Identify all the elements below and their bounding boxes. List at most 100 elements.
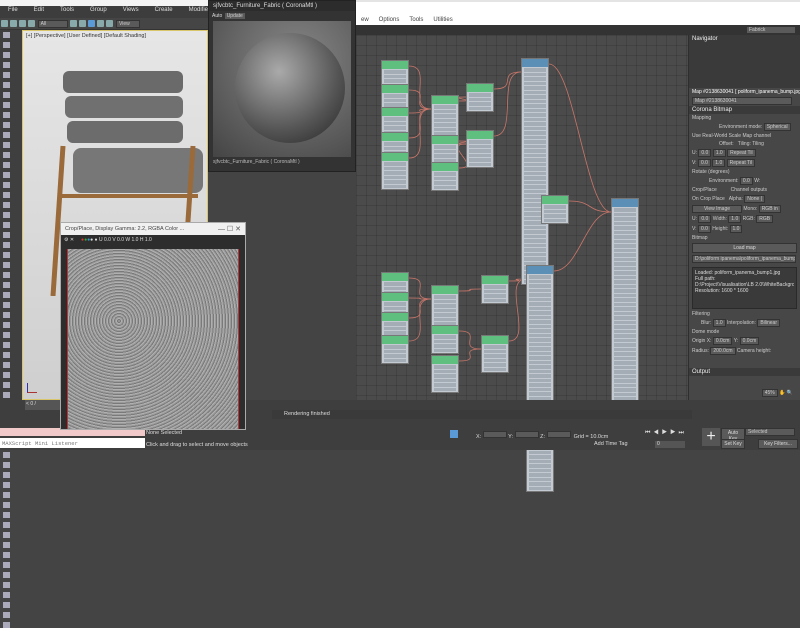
- node-slot[interactable]: [614, 262, 636, 266]
- node-slot[interactable]: [529, 464, 551, 468]
- crop-h[interactable]: H 1.0: [140, 237, 152, 243]
- origin-y-field[interactable]: 0.0cm: [739, 337, 760, 345]
- tool-icon[interactable]: [3, 32, 10, 38]
- node-slot[interactable]: [529, 387, 551, 391]
- node-slot[interactable]: [524, 234, 546, 238]
- node-slot[interactable]: [434, 339, 456, 343]
- node-slot[interactable]: [469, 158, 491, 162]
- node-slot[interactable]: [484, 289, 506, 293]
- update-button[interactable]: Update: [223, 12, 246, 20]
- node-slot[interactable]: [434, 185, 456, 189]
- node-slot[interactable]: [614, 212, 636, 216]
- node-slot[interactable]: [614, 280, 636, 284]
- map-name-field[interactable]: Map #2138630041: [692, 97, 792, 105]
- node-slot[interactable]: [524, 72, 546, 76]
- tool-icon[interactable]: [3, 212, 10, 218]
- select-icon[interactable]: [70, 20, 78, 27]
- tool-icon[interactable]: [3, 202, 10, 208]
- crop-v-field[interactable]: 0.0: [697, 225, 711, 233]
- node-slot[interactable]: [524, 99, 546, 103]
- environment-field[interactable]: 0.0: [739, 177, 753, 185]
- x-coord-field[interactable]: [482, 431, 507, 438]
- zoom-icon[interactable]: 🔍: [787, 390, 793, 396]
- view-tab[interactable]: Fabrick: [746, 26, 796, 34]
- node-slot[interactable]: [529, 383, 551, 387]
- menu-views[interactable]: Views: [115, 6, 147, 14]
- tool-icon[interactable]: [3, 82, 10, 88]
- tool-icon[interactable]: [3, 502, 10, 508]
- tool-icon[interactable]: [3, 132, 10, 138]
- tool-icon[interactable]: [3, 62, 10, 68]
- node-slot[interactable]: [384, 162, 406, 166]
- node-slot[interactable]: [524, 243, 546, 247]
- node-slot[interactable]: [614, 275, 636, 279]
- map-node[interactable]: [431, 355, 459, 393]
- node-slot[interactable]: [614, 347, 636, 351]
- node-slot[interactable]: [434, 295, 456, 299]
- node-slot[interactable]: [434, 172, 456, 176]
- env-mode-dropdown[interactable]: Spherical: [763, 123, 791, 131]
- map-node[interactable]: [466, 130, 494, 168]
- tool-icon[interactable]: [3, 452, 10, 458]
- tool-icon[interactable]: [3, 242, 10, 248]
- crop-w[interactable]: W 1.0: [125, 237, 138, 243]
- node-slot[interactable]: [529, 347, 551, 351]
- node-slot[interactable]: [434, 145, 456, 149]
- tool-icon[interactable]: [3, 602, 10, 608]
- node-slot[interactable]: [469, 102, 491, 106]
- node-slot[interactable]: [484, 349, 506, 353]
- node-slot[interactable]: [524, 248, 546, 252]
- view-image-button[interactable]: View Image: [692, 205, 742, 213]
- node-slot[interactable]: [434, 378, 456, 382]
- crop-u-field[interactable]: 0.0: [698, 215, 712, 223]
- current-frame-field[interactable]: 0: [655, 441, 685, 448]
- node-slot[interactable]: [614, 302, 636, 306]
- node-slot[interactable]: [434, 365, 456, 369]
- node-slot[interactable]: [614, 356, 636, 360]
- node-slot[interactable]: [524, 104, 546, 108]
- real-world-checkbox[interactable]: Use Real-World Scale: [692, 133, 741, 139]
- slate-menu-ew[interactable]: ew: [361, 17, 369, 23]
- node-slot[interactable]: [544, 209, 566, 213]
- tool-icon[interactable]: [3, 362, 10, 368]
- node-slot[interactable]: [544, 205, 566, 209]
- menu-create[interactable]: Create: [147, 6, 181, 14]
- node-slot[interactable]: [469, 144, 491, 148]
- node-slot[interactable]: [614, 361, 636, 365]
- window-controls[interactable]: — ☐ ✕: [218, 225, 241, 233]
- key-filters-button[interactable]: Key Filters...: [758, 439, 798, 449]
- node-slot[interactable]: [484, 358, 506, 362]
- node-slot[interactable]: [384, 322, 406, 326]
- node-slot[interactable]: [384, 180, 406, 184]
- node-slot[interactable]: [614, 271, 636, 275]
- auto-checkbox[interactable]: Auto: [212, 13, 222, 19]
- blur-field[interactable]: 1.0: [712, 319, 726, 327]
- node-slot[interactable]: [484, 354, 506, 358]
- node-slot[interactable]: [524, 257, 546, 261]
- node-slot[interactable]: [614, 374, 636, 378]
- rgb-dropdown[interactable]: RGB: [756, 215, 774, 223]
- tool-icon[interactable]: [3, 592, 10, 598]
- map-node[interactable]: [481, 335, 509, 373]
- set-key-big-button[interactable]: +: [702, 428, 720, 446]
- tool-icon[interactable]: [3, 612, 10, 618]
- tool-icon[interactable]: [3, 342, 10, 348]
- node-slot[interactable]: [524, 140, 546, 144]
- move-icon[interactable]: [88, 20, 96, 27]
- key-mode-dropdown[interactable]: Selected: [745, 428, 795, 436]
- node-slot[interactable]: [384, 349, 406, 353]
- node-slot[interactable]: [384, 331, 406, 335]
- node-slot[interactable]: [434, 149, 456, 153]
- tool-icon[interactable]: [3, 532, 10, 538]
- node-slot[interactable]: [529, 468, 551, 472]
- node-slot[interactable]: [384, 306, 406, 310]
- tool-icon[interactable]: [3, 552, 10, 558]
- node-slot[interactable]: [384, 171, 406, 175]
- node-slot[interactable]: [614, 239, 636, 243]
- node-slot[interactable]: [384, 94, 406, 98]
- node-slot[interactable]: [524, 86, 546, 90]
- node-slot[interactable]: [384, 126, 406, 130]
- tool-icon[interactable]: [3, 42, 10, 48]
- node-slot[interactable]: [614, 392, 636, 396]
- node-slot[interactable]: [529, 459, 551, 463]
